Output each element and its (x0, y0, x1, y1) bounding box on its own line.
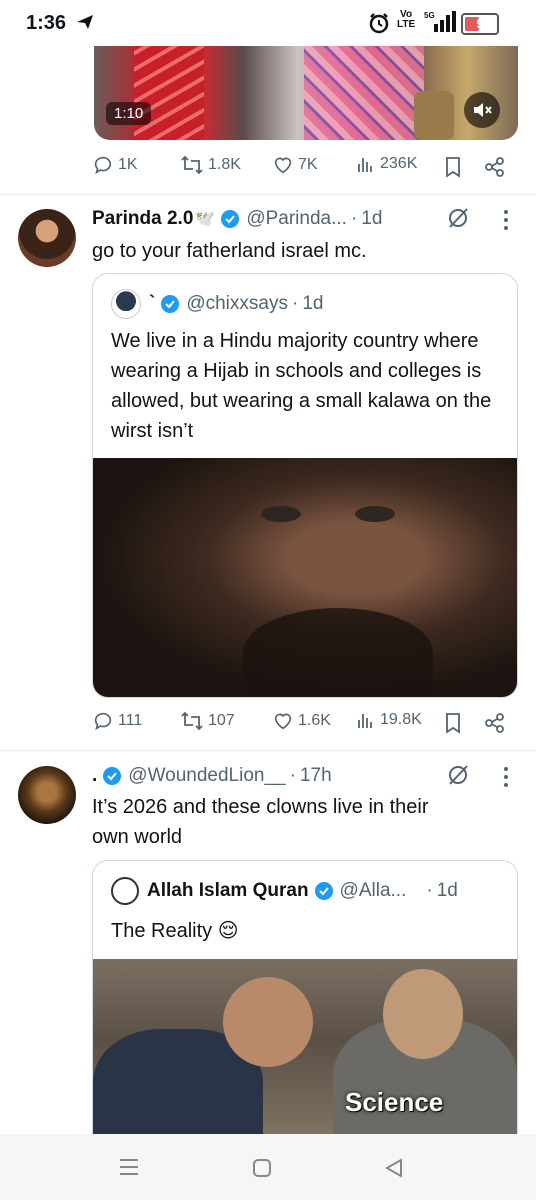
views-icon (358, 714, 372, 728)
more-options-icon[interactable] (500, 765, 512, 789)
quote-display-name: Allah Islam Quran (147, 880, 309, 901)
status-bar: 1:36 Vo LTE 5G 9 (0, 0, 536, 46)
heart-icon (274, 713, 292, 730)
back-icon[interactable] (384, 1158, 404, 1178)
quote-timestamp: 1d (436, 880, 458, 901)
like-button[interactable]: 7K (272, 154, 318, 176)
handle[interactable]: @Parinda... (246, 208, 347, 230)
views-icon (358, 158, 372, 172)
divider (0, 194, 536, 195)
repost-button[interactable]: 107 (180, 710, 235, 732)
share-icon[interactable] (484, 712, 506, 734)
status-time: 1:36 (26, 12, 67, 34)
handle[interactable]: @WoundedLion__ (128, 765, 285, 787)
repost-icon (181, 155, 203, 175)
tweet-actions: 1K 1.8K 7K 236K (92, 154, 512, 182)
system-nav-bar (0, 1134, 536, 1200)
display-name[interactable]: Parinda 2.0 (92, 208, 193, 230)
quote-header: ` @chixxsays · 1d (111, 289, 324, 319)
quote-avatar (111, 877, 139, 905)
svg-text:5G: 5G (424, 11, 435, 20)
quote-handle: @chixxsays (186, 293, 288, 314)
volte-indicator: Vo LTE (397, 9, 416, 30)
battery-icon: 9 (461, 13, 499, 35)
divider (0, 750, 536, 751)
quote-timestamp: 1d (302, 293, 324, 314)
heart-icon (274, 157, 292, 174)
quote-display-name: ` (149, 293, 156, 314)
verified-badge-icon (161, 295, 180, 313)
views-button[interactable]: 236K (356, 154, 417, 174)
mute-button[interactable] (464, 92, 500, 128)
home-icon[interactable] (252, 1158, 272, 1178)
share-icon[interactable] (484, 156, 506, 178)
video-duration: 1:10 (106, 102, 152, 125)
reply-icon (94, 712, 112, 731)
display-name[interactable]: . (92, 765, 97, 787)
quote-image[interactable]: Science (93, 959, 517, 1161)
like-button[interactable]: 1.6K (272, 710, 331, 732)
tweet-text: It’s 2026 and these clowns live in their… (92, 796, 429, 848)
muted-speaker-icon (474, 103, 492, 117)
quote-text: We live in a Hindu majority country wher… (111, 330, 492, 442)
verified-badge-icon (221, 210, 240, 228)
views-button[interactable]: 19.8K (356, 710, 422, 730)
tweet-text: go to your fatherland israel mc. (92, 240, 367, 262)
quote-header: Allah Islam Quran @Alla... · 1d (111, 877, 458, 905)
tweet-actions: 111 107 1.6K 19.8K (92, 710, 512, 738)
quote-avatar (111, 289, 141, 319)
timestamp[interactable]: 1d (361, 208, 382, 230)
tweet-header: Parinda 2.0 🕊️ @Parinda... · 1d (92, 208, 383, 230)
reply-icon (94, 156, 112, 175)
quote-image[interactable] (93, 458, 517, 697)
alarm-icon (369, 13, 389, 34)
bookmark-icon[interactable] (444, 156, 462, 178)
recent-apps-icon[interactable] (118, 1158, 140, 1176)
reply-button[interactable]: 111 (92, 710, 142, 732)
verified-badge-icon (314, 882, 333, 900)
grok-icon[interactable] (446, 206, 470, 230)
grok-icon[interactable] (446, 763, 470, 787)
quoted-tweet[interactable]: Allah Islam Quran @Alla... · 1d The Real… (92, 860, 518, 1162)
video-player[interactable]: 1:10 (94, 46, 518, 140)
signal-icon: 5G (424, 11, 456, 32)
tweet-header: . @WoundedLion__ · 17h (92, 765, 332, 787)
repost-button[interactable]: 1.8K (180, 154, 241, 176)
quote-text: The Reality 😌 (111, 920, 239, 942)
dove-emoji-icon: 🕊️ (195, 211, 216, 228)
verified-badge-icon (103, 767, 122, 785)
telegram-send-icon (77, 15, 93, 29)
avatar[interactable] (18, 209, 76, 267)
quoted-tweet[interactable]: ` @chixxsays · 1d We live in a Hindu maj… (92, 273, 518, 698)
image-caption: Science (345, 1087, 444, 1117)
reply-button[interactable]: 1K (92, 154, 138, 176)
avatar[interactable] (18, 766, 76, 824)
bookmark-icon[interactable] (444, 712, 462, 734)
repost-icon (181, 711, 203, 731)
quote-handle: @Alla... (339, 880, 407, 901)
more-options-icon[interactable] (500, 208, 512, 232)
timestamp[interactable]: 17h (300, 765, 332, 787)
